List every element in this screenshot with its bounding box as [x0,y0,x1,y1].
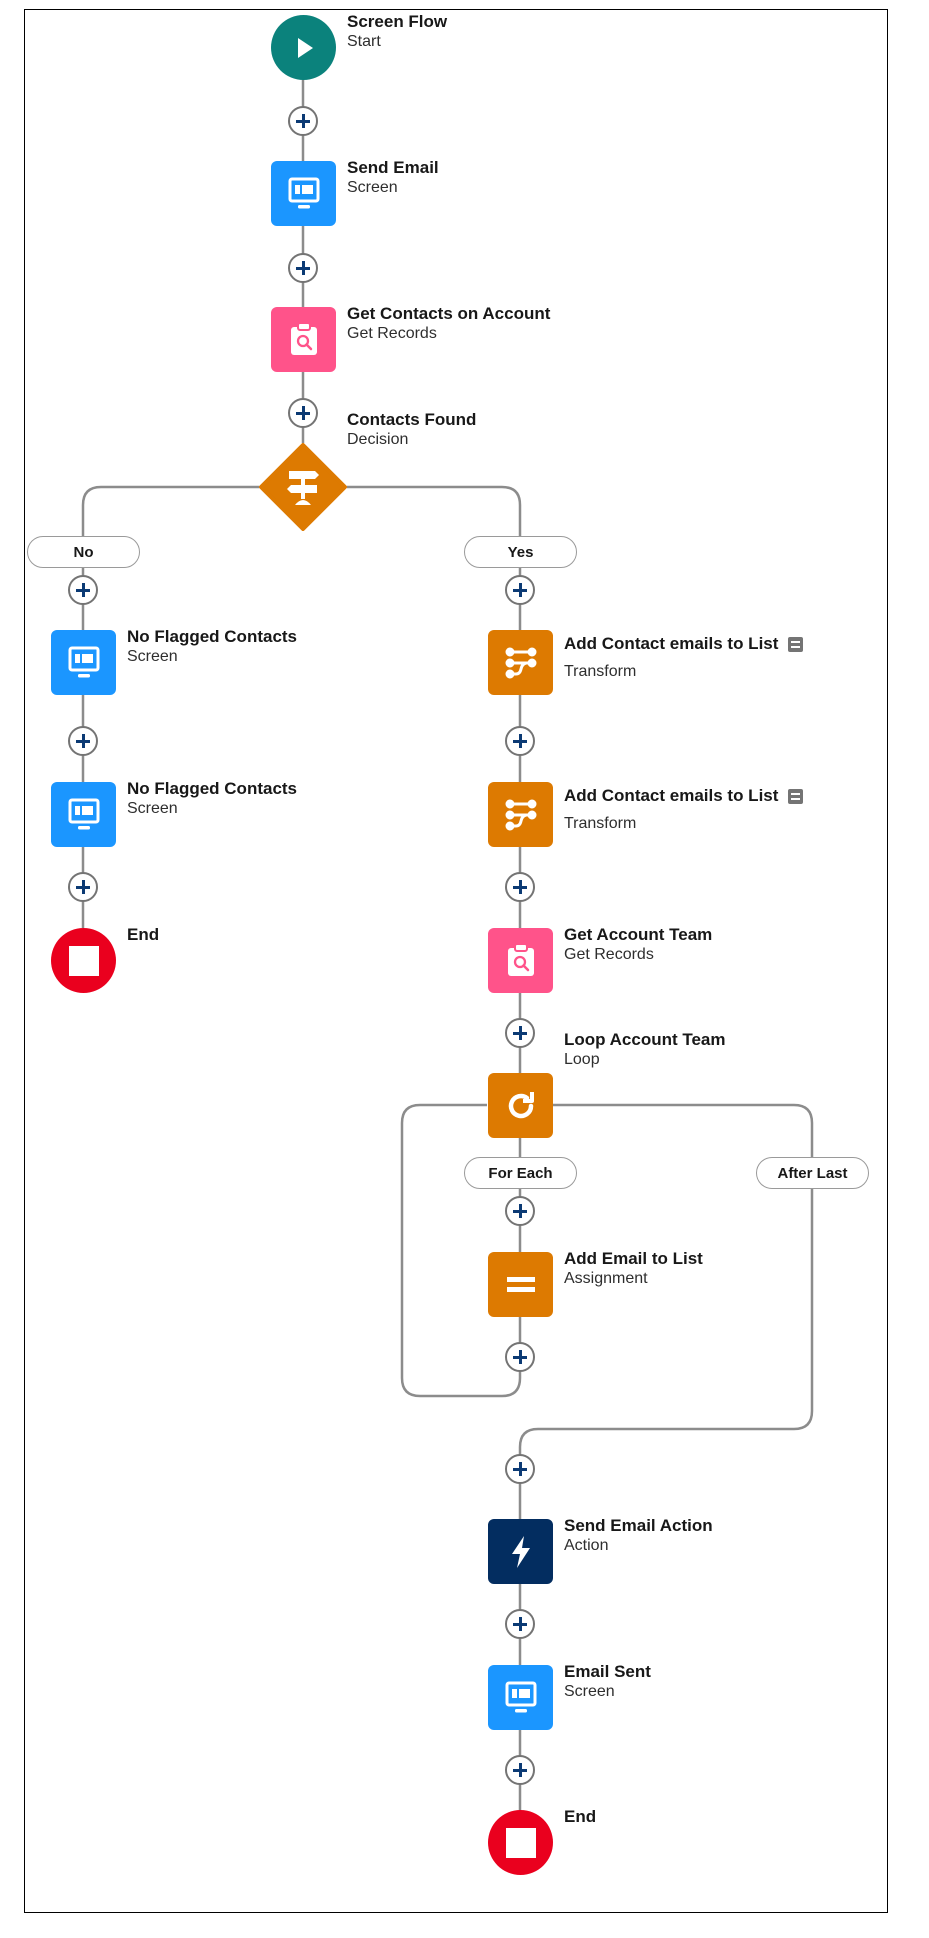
no-flagged-contacts-screen-node-2[interactable] [51,782,116,847]
no-flagged-contacts-screen-node[interactable] [51,630,116,695]
node-title: Add Contact emails to List [564,634,804,654]
assignment-icon [506,1276,535,1292]
contacts-found-label: Contacts Found Decision [347,410,476,450]
description-icon[interactable] [788,788,804,804]
end-node-right[interactable] [488,1810,553,1875]
loop-account-team-node[interactable] [488,1073,553,1138]
screen-icon [288,177,319,208]
end-left-label: End [127,925,159,945]
add-element-button[interactable] [505,726,535,756]
stop-icon [68,945,99,976]
node-title: No Flagged Contacts [127,627,298,646]
node-title: Get Contacts on Account [347,304,551,323]
node-title: Screen Flow [347,12,448,31]
node-title: Send Email Action [564,1516,713,1535]
add-element-button[interactable] [505,1018,535,1048]
add-contact-emails-transform-node-2[interactable] [488,782,553,847]
email-sent-label: Email Sent Screen [564,1662,651,1702]
node-title: Email Sent [564,1662,651,1681]
node-title: End [127,925,160,944]
branch-label-no[interactable]: No [27,536,140,568]
node-title: Send Email [347,158,439,177]
node-type: Action [564,1537,609,1555]
connector-loop-back [400,1103,522,1398]
stop-icon [505,1827,536,1858]
lightning-icon [511,1535,530,1568]
add-element-button[interactable] [288,106,318,136]
start-node[interactable] [271,15,336,80]
contacts-found-decision-node[interactable] [259,443,347,531]
node-type: Transform [564,663,637,681]
add-element-button[interactable] [505,872,535,902]
add-contact-emails-label-2: Add Contact emails to List Transform [564,786,804,834]
get-contacts-label: Get Contacts on Account Get Records [347,304,550,344]
branch-label-yes[interactable]: Yes [464,536,577,568]
end-node-left[interactable] [51,928,116,993]
add-contact-emails-label: Add Contact emails to List Transform [564,634,804,682]
screen-icon [68,798,99,829]
add-contact-emails-transform-node[interactable] [488,630,553,695]
clipboard-search-icon [290,321,317,355]
node-type: Screen [127,800,178,818]
get-account-team-label: Get Account Team Get Records [564,925,712,965]
send-email-label: Send Email Screen [347,158,439,198]
send-email-screen-node[interactable] [271,161,336,226]
node-type: Screen [347,179,398,197]
add-element-button[interactable] [288,398,318,428]
add-element-button[interactable] [68,726,98,756]
add-element-button[interactable] [288,253,318,283]
add-element-button[interactable] [68,575,98,605]
add-element-button[interactable] [505,1755,535,1785]
loop-icon [508,1091,534,1118]
add-element-button[interactable] [505,1196,535,1226]
node-title-text: Add Contact emails to List [564,634,779,653]
get-account-team-node[interactable] [488,928,553,993]
node-type: Decision [347,431,409,449]
send-email-action-label: Send Email Action Action [564,1516,713,1556]
add-element-button[interactable] [505,1454,535,1484]
start-node-label: Screen Flow Start [347,12,447,52]
get-contacts-node[interactable] [271,307,336,372]
transform-icon [505,647,536,678]
node-title-text: Add Contact emails to List [564,786,779,805]
add-element-button[interactable] [505,575,535,605]
connector-after-last [518,1103,814,1811]
screen-icon [68,646,99,677]
node-title: Contacts Found [347,410,477,429]
node-type: Get Records [564,946,654,964]
branch-label-after-last[interactable]: After Last [756,1157,869,1189]
node-type: Transform [564,815,637,833]
node-type: Start [347,33,381,51]
transform-icon [505,799,536,830]
no-flagged-contacts-label-2: No Flagged Contacts Screen [127,779,297,819]
signpost-icon [259,443,347,531]
connector-lines [81,79,814,1811]
node-type: Screen [127,648,178,666]
add-element-button[interactable] [68,872,98,902]
branch-label-for-each[interactable]: For Each [464,1157,577,1189]
screen-icon [505,1681,536,1712]
no-flagged-contacts-label: No Flagged Contacts Screen [127,627,297,667]
add-element-button[interactable] [505,1609,535,1639]
email-sent-screen-node[interactable] [488,1665,553,1730]
end-right-label: End [564,1807,596,1827]
node-type: Get Records [347,325,437,343]
clipboard-search-icon [507,942,534,976]
node-type: Assignment [564,1270,648,1288]
node-title: Add Contact emails to List [564,786,804,806]
node-title: No Flagged Contacts [127,779,298,798]
description-icon[interactable] [788,636,804,652]
play-icon [297,37,313,58]
add-element-button[interactable] [505,1342,535,1372]
add-email-to-list-assignment-node[interactable] [488,1252,553,1317]
node-title: Add Email to List [564,1249,703,1268]
node-type: Screen [564,1683,615,1701]
loop-account-team-label: Loop Account Team Loop [564,1030,726,1070]
node-title: End [564,1807,597,1826]
add-email-to-list-label: Add Email to List Assignment [564,1249,703,1289]
node-title: Get Account Team [564,925,713,944]
node-type: Loop [564,1051,600,1069]
send-email-action-node[interactable] [488,1519,553,1584]
node-title: Loop Account Team [564,1030,726,1049]
